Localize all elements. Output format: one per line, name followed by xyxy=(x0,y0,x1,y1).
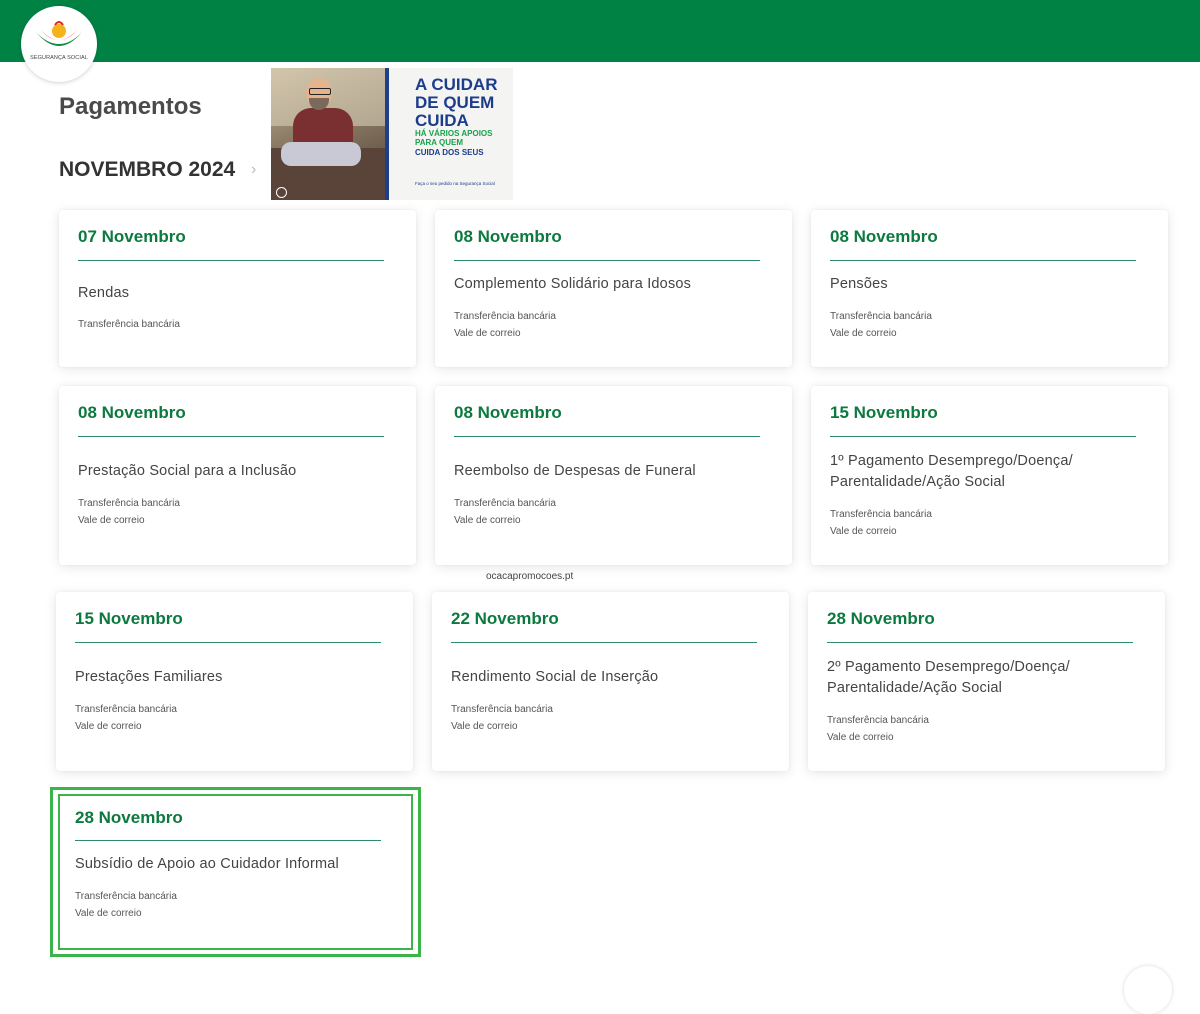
payment-method: Vale de correio xyxy=(830,526,897,537)
payment-method: Transferência bancária xyxy=(451,704,553,715)
divider xyxy=(75,840,381,841)
payment-date: 07 Novembro xyxy=(78,227,186,246)
payment-method: Vale de correio xyxy=(78,515,145,526)
payment-method: Vale de correio xyxy=(75,908,142,919)
benefit-name: Complemento Solidário para Idosos xyxy=(454,276,692,292)
banner-photo xyxy=(271,68,389,200)
divider xyxy=(78,436,384,437)
benefit-name: Pensões xyxy=(830,276,888,292)
benefit-name: 1º Pagamento Desemprego/Doença/ Parental… xyxy=(830,453,1073,490)
divider xyxy=(75,642,381,643)
benefit-name: Subsídio de Apoio ao Cuidador Informal xyxy=(75,856,339,872)
payment-card-highlighted: 28 Novembro Subsídio de Apoio ao Cuidado… xyxy=(50,787,421,957)
benefit-name: Reembolso de Despesas de Funeral xyxy=(454,463,696,479)
payment-method: Transferência bancária xyxy=(830,509,932,520)
payment-date: 28 Novembro xyxy=(75,808,183,827)
banner-subheadline: HÁ VÁRIOS APOIOS PARA QUEM xyxy=(415,129,493,147)
payment-date: 28 Novembro xyxy=(827,609,935,628)
payment-method: Transferência bancária xyxy=(454,311,556,322)
back-to-top-button[interactable] xyxy=(1124,966,1172,1014)
payment-method: Transferência bancária xyxy=(830,311,932,322)
benefit-name: Rendimento Social de Inserção xyxy=(451,669,659,685)
payment-date: 15 Novembro xyxy=(830,403,938,422)
payment-date: 15 Novembro xyxy=(75,609,183,628)
payment-method: Vale de correio xyxy=(830,328,897,339)
payment-method: Transferência bancária xyxy=(827,715,929,726)
divider xyxy=(830,436,1136,437)
promo-banner[interactable]: A CUIDAR DE QUEM CUIDA HÁ VÁRIOS APOIOS … xyxy=(271,68,513,200)
seguranca-social-logo[interactable]: SEGURANÇA SOCIAL xyxy=(21,6,97,82)
benefit-name: 2º Pagamento Desemprego/Doença/ Parental… xyxy=(827,659,1070,696)
logo-text: SEGURANÇA SOCIAL xyxy=(30,55,88,61)
top-header-bar xyxy=(0,0,1200,62)
banner-headline: A CUIDAR DE QUEM CUIDA xyxy=(415,75,498,130)
payment-card: 07 Novembro Rendas Transferência bancári… xyxy=(59,210,416,367)
payment-method: Transferência bancária xyxy=(75,704,177,715)
benefit-name: Prestação Social para a Inclusão xyxy=(78,463,297,479)
payment-method: Vale de correio xyxy=(454,515,521,526)
watermark-text: ocacapromocoes.pt xyxy=(486,571,574,582)
divider xyxy=(454,260,760,261)
payment-card: 08 Novembro Prestação Social para a Incl… xyxy=(59,386,416,565)
benefit-name: Rendas xyxy=(78,285,130,301)
play-icon xyxy=(276,187,287,198)
banner-subheadline-2: CUIDA DOS SEUS xyxy=(415,148,484,157)
payment-date: 22 Novembro xyxy=(451,609,559,628)
payment-method: Transferência bancária xyxy=(78,498,180,509)
payment-card: 08 Novembro Complemento Solidário para I… xyxy=(435,210,792,367)
divider xyxy=(78,260,384,261)
payment-date: 08 Novembro xyxy=(78,403,186,422)
payment-card: 15 Novembro 1º Pagamento Desemprego/Doen… xyxy=(811,386,1168,565)
page-title: Pagamentos xyxy=(59,93,202,120)
banner-footer: Faça o seu pedido na Segurança Social xyxy=(415,181,495,186)
divider xyxy=(830,260,1136,261)
payment-method: Vale de correio xyxy=(451,721,518,732)
payment-method: Vale de correio xyxy=(454,328,521,339)
payment-method: Vale de correio xyxy=(827,732,894,743)
payment-card: 15 Novembro Prestações Familiares Transf… xyxy=(56,592,413,771)
payment-date: 08 Novembro xyxy=(454,403,562,422)
payment-card: 08 Novembro Reembolso de Despesas de Fun… xyxy=(435,386,792,565)
payment-card: 22 Novembro Rendimento Social de Inserçã… xyxy=(432,592,789,771)
payment-date: 08 Novembro xyxy=(830,227,938,246)
payment-method: Transferência bancária xyxy=(75,891,177,902)
month-heading: NOVEMBRO 2024 xyxy=(59,158,236,181)
divider xyxy=(827,642,1133,643)
payment-method: Vale de correio xyxy=(75,721,142,732)
payment-card: 08 Novembro Pensões Transferência bancár… xyxy=(811,210,1168,367)
payment-method: Transferência bancária xyxy=(454,498,556,509)
payment-method: Transferência bancária xyxy=(78,319,180,330)
payment-date: 08 Novembro xyxy=(454,227,562,246)
benefit-name: Prestações Familiares xyxy=(75,669,223,685)
divider xyxy=(451,642,757,643)
divider xyxy=(454,436,760,437)
chevron-right-icon[interactable]: › xyxy=(251,161,256,179)
logo-emblem-icon xyxy=(36,21,82,46)
payment-card: 28 Novembro 2º Pagamento Desemprego/Doen… xyxy=(808,592,1165,771)
